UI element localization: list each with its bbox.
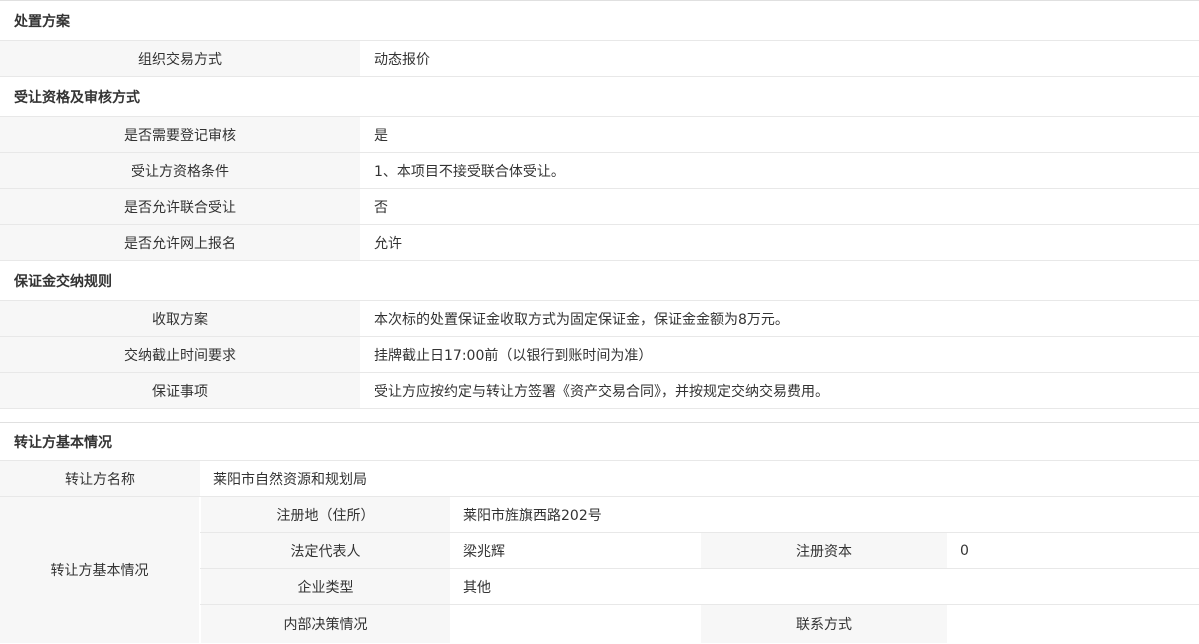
table-row: 内部决策情况 联系方式 (200, 605, 1199, 643)
field-value: 受让方应按约定与转让方签署《资产交易合同》，并按规定交纳交易费用。 (360, 373, 1199, 408)
table-row: 组织交易方式 动态报价 (0, 41, 1199, 77)
field-value: 允许 (360, 225, 1199, 260)
field-label: 法定代表人 (200, 533, 450, 568)
field-label: 注册地（住所） (200, 497, 450, 532)
field-value (947, 605, 1199, 643)
table-row: 转让方名称 莱阳市自然资源和规划局 (0, 461, 1199, 497)
field-label: 是否需要登记审核 (0, 117, 360, 152)
field-label: 交纳截止时间要求 (0, 337, 360, 372)
section-title: 转让方基本情况 (14, 432, 112, 452)
transferor-detail-row: 转让方基本情况 注册地（住所） 莱阳市旌旗西路202号 法定代表人 梁兆辉 注册… (0, 497, 1199, 643)
field-value: 梁兆辉 (450, 533, 700, 568)
listing-detail-page: 处置方案 组织交易方式 动态报价 受让资格及审核方式 是否需要登记审核 是 受让… (0, 0, 1199, 643)
section-header-transferor: 转让方基本情况 (0, 423, 1199, 461)
disposal-info-table: 处置方案 组织交易方式 动态报价 受让资格及审核方式 是否需要登记审核 是 受让… (0, 0, 1199, 409)
field-label: 注册资本 (700, 533, 947, 568)
transferor-info-table: 转让方基本情况 转让方名称 莱阳市自然资源和规划局 转让方基本情况 注册地（住所… (0, 422, 1199, 643)
table-row: 法定代表人 梁兆辉 注册资本 0 (200, 533, 1199, 569)
table-row: 收取方案 本次标的处置保证金收取方式为固定保证金，保证金金额为8万元。 (0, 301, 1199, 337)
field-value: 其他 (450, 569, 1199, 604)
field-value: 1、本项目不接受联合体受让。 (360, 153, 1199, 188)
table-row: 受让方资格条件 1、本项目不接受联合体受让。 (0, 153, 1199, 189)
table-row: 是否需要登记审核 是 (0, 117, 1199, 153)
field-label: 联系方式 (700, 605, 947, 643)
field-value: 莱阳市自然资源和规划局 (200, 461, 1199, 496)
section-header-qualification: 受让资格及审核方式 (0, 77, 1199, 117)
table-row: 注册地（住所） 莱阳市旌旗西路202号 (200, 497, 1199, 533)
field-label: 收取方案 (0, 301, 360, 336)
table-row: 是否允许网上报名 允许 (0, 225, 1199, 261)
field-value: 莱阳市旌旗西路202号 (450, 497, 1199, 532)
transferor-detail-grid: 注册地（住所） 莱阳市旌旗西路202号 法定代表人 梁兆辉 注册资本 0 企业类… (200, 497, 1199, 643)
field-value: 本次标的处置保证金收取方式为固定保证金，保证金金额为8万元。 (360, 301, 1199, 336)
table-row: 是否允许联合受让 否 (0, 189, 1199, 225)
table-row: 保证事项 受让方应按约定与转让方签署《资产交易合同》，并按规定交纳交易费用。 (0, 373, 1199, 409)
field-label: 转让方基本情况 (0, 497, 200, 643)
section-title: 保证金交纳规则 (14, 271, 112, 291)
field-label: 组织交易方式 (0, 41, 360, 76)
section-header-deposit-rules: 保证金交纳规则 (0, 261, 1199, 301)
field-value: 0 (947, 533, 1199, 568)
field-value: 是 (360, 117, 1199, 152)
field-label: 受让方资格条件 (0, 153, 360, 188)
section-title: 受让资格及审核方式 (14, 87, 140, 107)
field-label: 是否允许联合受让 (0, 189, 360, 224)
section-title: 处置方案 (14, 11, 70, 31)
table-gap (0, 409, 1199, 422)
field-value: 否 (360, 189, 1199, 224)
field-value: 挂牌截止日17:00前（以银行到账时间为准） (360, 337, 1199, 372)
field-label: 企业类型 (200, 569, 450, 604)
field-label: 转让方名称 (0, 461, 200, 496)
table-row: 交纳截止时间要求 挂牌截止日17:00前（以银行到账时间为准） (0, 337, 1199, 373)
table-row: 企业类型 其他 (200, 569, 1199, 605)
field-value (450, 605, 700, 643)
field-value: 动态报价 (360, 41, 1199, 76)
section-header-disposal-plan: 处置方案 (0, 1, 1199, 41)
field-label: 内部决策情况 (200, 605, 450, 643)
field-label: 是否允许网上报名 (0, 225, 360, 260)
field-label: 保证事项 (0, 373, 360, 408)
